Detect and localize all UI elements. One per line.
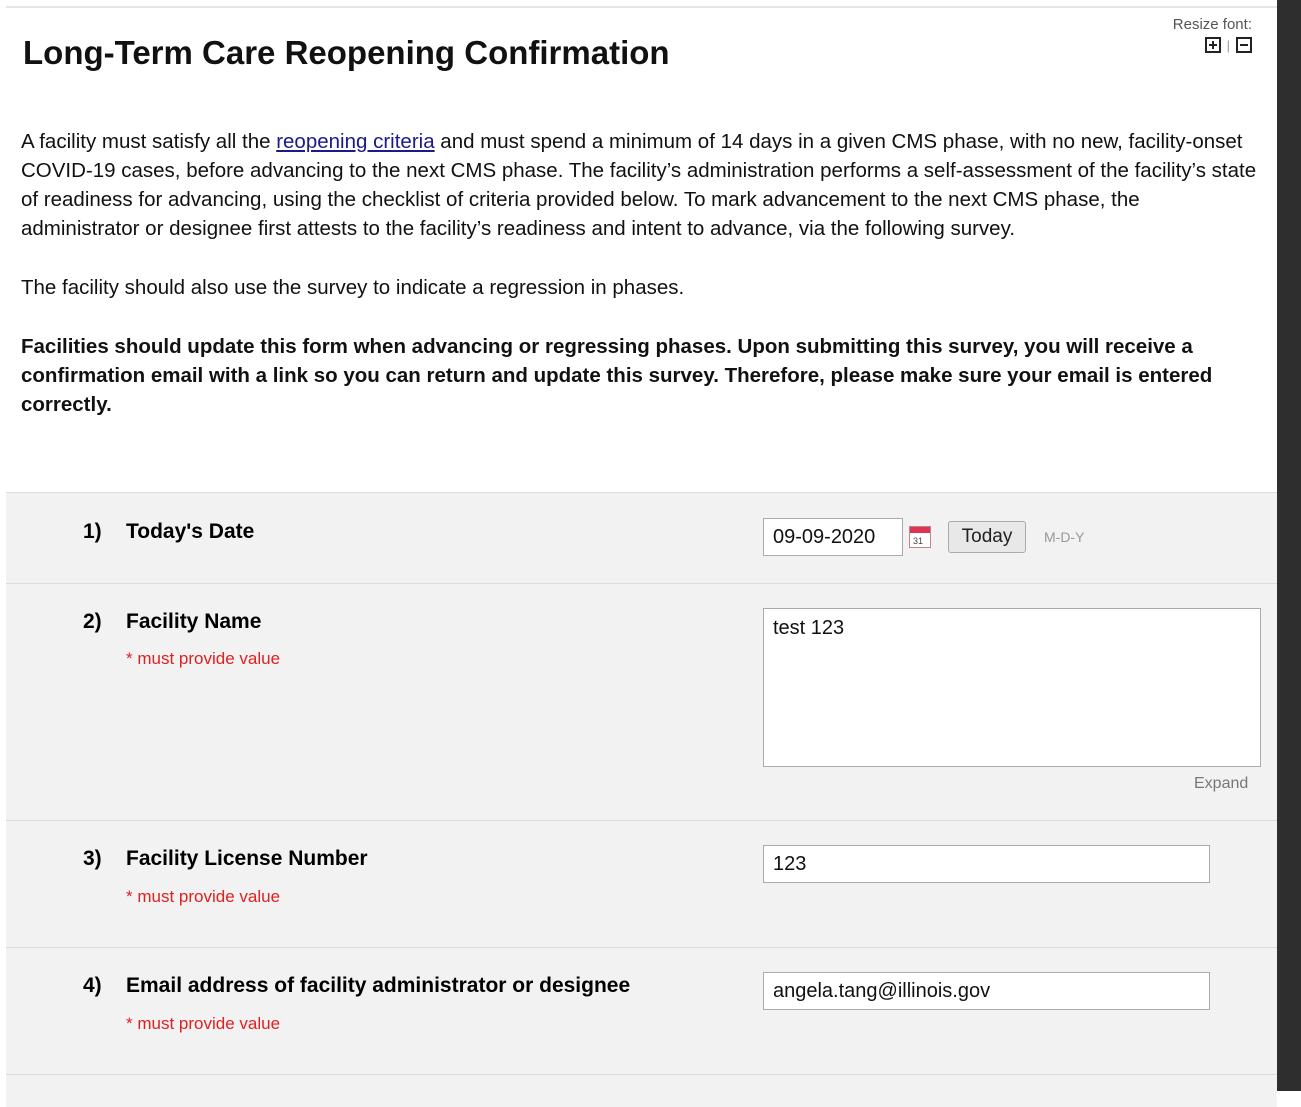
- required-notice: * must provide value: [126, 649, 281, 668]
- top-divider: [6, 6, 1277, 8]
- question-label: Facility Name: [126, 610, 262, 633]
- question-row-email: 4) Email address of facility administrat…: [6, 947, 1277, 1107]
- intro-paragraph-2: The facility should also use the survey …: [21, 276, 685, 299]
- question-number: 1): [83, 520, 102, 543]
- calendar-icon[interactable]: 31: [909, 526, 931, 548]
- intro-text-before-link: A facility must satisfy all the: [21, 130, 277, 153]
- question-label: Facility License Number: [126, 847, 368, 870]
- survey-form: 1) Today's Date 09-09-2020 31 Today M-D-…: [6, 492, 1277, 1107]
- question-label: Today's Date: [126, 520, 255, 543]
- question-label: Email address of facility administrator …: [126, 974, 631, 997]
- calendar-icon-day: 31: [913, 536, 924, 546]
- intro-paragraph-1: A facility must satisfy all the reopenin…: [21, 127, 1261, 243]
- reopening-criteria-link[interactable]: reopening criteria: [276, 130, 434, 153]
- expand-link[interactable]: Expand: [1194, 775, 1248, 793]
- resize-separator: |: [1226, 37, 1230, 53]
- survey-instructions: A facility must satisfy all the reopenin…: [21, 127, 1261, 449]
- question-number: 4): [83, 974, 102, 997]
- question-row-license: 3) Facility License Number * must provid…: [6, 820, 1277, 947]
- intro-paragraph-3: Facilities should update this form when …: [21, 335, 1213, 416]
- question-row-facility-name: 2) Facility Name * must provide value te…: [6, 583, 1277, 820]
- resize-font-label: Resize font:: [1172, 16, 1252, 33]
- required-notice: * must provide value: [126, 887, 281, 906]
- question-row-date: 1) Today's Date 09-09-2020 31 Today M-D-…: [6, 492, 1277, 583]
- question-number: 2): [83, 610, 102, 633]
- increase-font-icon[interactable]: [1204, 37, 1221, 53]
- date-input[interactable]: 09-09-2020: [763, 518, 903, 556]
- license-number-input[interactable]: 123: [763, 845, 1210, 883]
- required-notice: * must provide value: [126, 1014, 281, 1033]
- facility-name-textarea[interactable]: test 123: [763, 608, 1261, 767]
- question-number: 3): [83, 847, 102, 870]
- row-divider: [6, 1074, 1277, 1075]
- page-title: Long-Term Care Reopening Confirmation: [23, 34, 670, 71]
- resize-font-control: Resize font: |: [1173, 16, 1252, 53]
- today-button[interactable]: Today: [948, 521, 1026, 553]
- email-input[interactable]: angela.tang@illinois.gov: [763, 972, 1210, 1010]
- survey-page: Resize font: | Long-Term Care Reopening …: [0, 0, 1277, 1107]
- date-format-hint: M-D-Y: [1044, 529, 1085, 545]
- scrollbar-track[interactable]: [1277, 0, 1301, 1091]
- decrease-font-icon[interactable]: [1236, 37, 1252, 53]
